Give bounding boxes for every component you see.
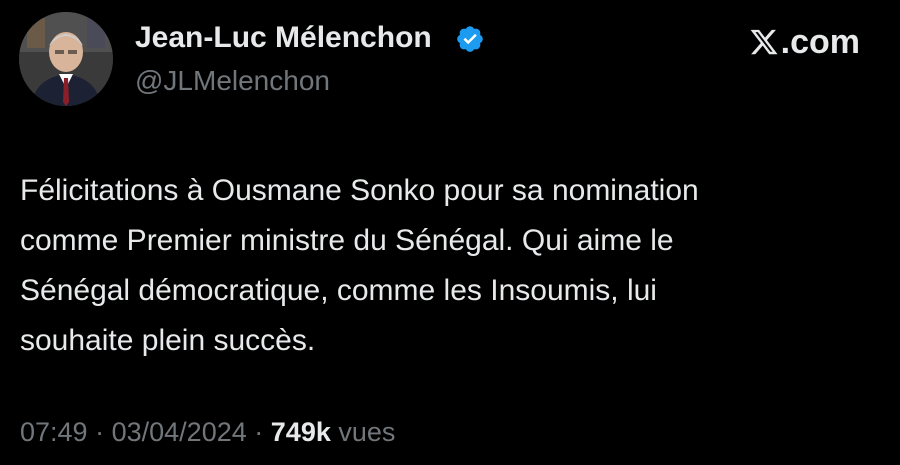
profile-photo-icon xyxy=(19,12,113,106)
tweet-date[interactable]: 03/04/2024 xyxy=(112,417,247,447)
author-name[interactable]: Jean-Luc Mélenchon xyxy=(135,20,432,56)
author-handle[interactable]: @JLMelenchon xyxy=(135,64,330,98)
meta-separator: · xyxy=(254,417,264,447)
tweet-text-line: Félicitations à Ousmane Sonko pour sa no… xyxy=(20,174,699,207)
tweet-text-line: comme Premier ministre du Sénégal. Qui a… xyxy=(20,224,674,257)
x-logo-icon xyxy=(750,29,778,55)
tweet-time[interactable]: 07:49 xyxy=(20,417,88,447)
meta-separator: · xyxy=(95,417,105,447)
avatar[interactable] xyxy=(19,12,113,106)
verified-badge-icon xyxy=(457,26,483,52)
tweet-meta: 07:49 · 03/04/2024 · 749k vues xyxy=(20,414,395,450)
site-label: .com xyxy=(780,23,860,61)
tweet-text-line: Sénégal démocratique, comme les Insoumis… xyxy=(20,274,657,307)
tweet-text-line: souhaite plein succès. xyxy=(20,324,316,357)
tweet-text: Félicitations à Ousmane Sonko pour sa no… xyxy=(20,166,880,366)
tweet-card: Jean-Luc Mélenchon @JLMelenchon .com Fél… xyxy=(0,0,900,465)
views-label: vues xyxy=(338,417,396,447)
views-count[interactable]: 749k xyxy=(271,417,331,447)
site-mark: .com xyxy=(749,22,860,62)
